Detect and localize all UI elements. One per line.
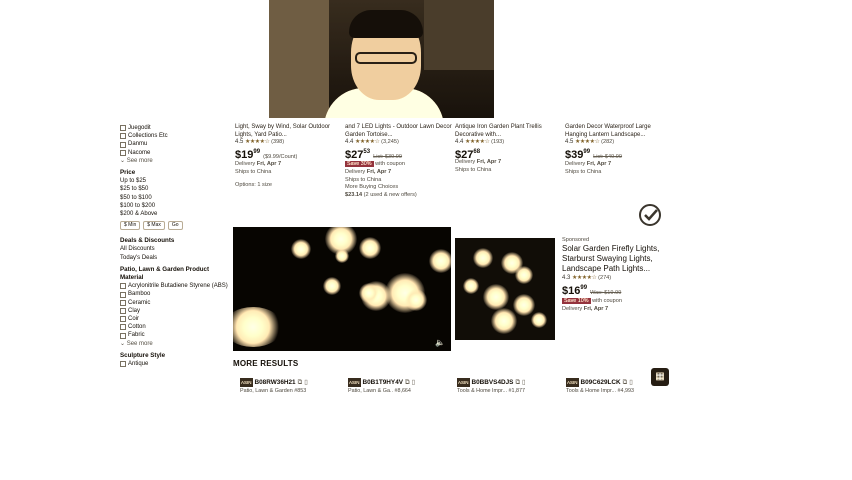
asin-chip: ASIN bbox=[566, 378, 579, 387]
bookmark-icon[interactable]: ▯ bbox=[629, 379, 633, 386]
price-go-button[interactable]: Go bbox=[167, 221, 183, 231]
deals-item[interactable]: Today's Deals bbox=[120, 254, 230, 262]
brand-item[interactable]: Nacome bbox=[120, 149, 230, 157]
bookmark-icon[interactable]: ▯ bbox=[522, 379, 526, 386]
sculpture-title: Sculpture Style bbox=[120, 351, 166, 359]
product-price[interactable]: $2768 bbox=[455, 149, 563, 161]
bookmark-icon[interactable]: ▯ bbox=[412, 379, 416, 386]
sponsored-product-image[interactable] bbox=[455, 238, 555, 340]
price-range[interactable]: $50 to $100 bbox=[120, 194, 230, 202]
rating-value: 4.4 bbox=[455, 139, 464, 146]
rating-value: 4.3 bbox=[562, 275, 571, 281]
copy-icon[interactable]: ⧉ bbox=[405, 379, 410, 386]
material-item[interactable]: Acrylonitrile Butadiene Styrene (ABS) bbox=[120, 282, 230, 290]
star-rating-icon[interactable]: ★★★★☆ bbox=[245, 139, 270, 145]
copy-icon[interactable]: ⧉ bbox=[623, 379, 628, 386]
coupon-badge: Save 10% bbox=[562, 298, 591, 304]
asin-code[interactable]: B0BBVS4DJS bbox=[472, 379, 514, 386]
deals-item[interactable]: All Discounts bbox=[120, 245, 230, 253]
see-more-link[interactable]: ⌄ See more bbox=[120, 340, 230, 348]
sponsored-price[interactable]: $1699 Was: $19.99 bbox=[562, 284, 672, 297]
brand-item[interactable]: Collections Etc bbox=[120, 132, 230, 140]
webcam-overlay bbox=[269, 0, 494, 118]
product-price[interactable]: $3999 List: $49.99 bbox=[565, 149, 673, 162]
asin-row: ASIN B0B1T9HY4V ⧉ ▯ Patio, Lawn & Ga.. #8,6… bbox=[348, 378, 454, 396]
rating-value: 4.4 bbox=[345, 139, 354, 146]
more-choices: More Buying Choices bbox=[345, 184, 399, 191]
filter-sidebar: Juegodit Collections Etc Danmu Nacome ⌄ … bbox=[120, 124, 230, 368]
product-card[interactable]: Antique Iron Garden Plant Trellis Decora… bbox=[455, 124, 563, 175]
sponsored-product: Sponsored Solar Garden Firefly Lights, S… bbox=[562, 236, 672, 313]
price-range[interactable]: $200 & Above bbox=[120, 210, 230, 218]
brand-item[interactable]: Juegodit bbox=[120, 124, 230, 132]
ships-to: Ships to China bbox=[235, 168, 272, 175]
star-rating-icon[interactable]: ★★★★☆ bbox=[465, 139, 490, 145]
more-results-heading: MORE RESULTS bbox=[233, 359, 299, 368]
star-rating-icon[interactable]: ★★★★☆ bbox=[572, 275, 597, 281]
material-title: Patio, Lawn & Garden Product Material bbox=[120, 265, 210, 282]
asin-code[interactable]: B09C629LCK bbox=[581, 379, 621, 386]
asin-code[interactable]: B08RW36H21 bbox=[255, 379, 296, 386]
category-rank: Patio, Lawn & Ga.. #8,664 bbox=[348, 388, 411, 394]
product-card[interactable]: and 7 LED Lights - Outdoor Lawn Decor Ga… bbox=[345, 124, 453, 199]
rating-value: 4.5 bbox=[235, 139, 244, 146]
bookmark-icon[interactable]: ▯ bbox=[304, 379, 308, 386]
price-range[interactable]: Up to $25 bbox=[120, 177, 230, 185]
product-title[interactable]: Garden Decor Waterproof Large Hanging La… bbox=[565, 124, 673, 139]
product-price[interactable]: $1999 ($9.99/Count) bbox=[235, 149, 343, 162]
review-count[interactable]: (274) bbox=[598, 275, 611, 281]
brand-item[interactable]: Danmu bbox=[120, 140, 230, 148]
checkmark-badge-icon bbox=[637, 203, 667, 229]
material-item[interactable]: Bamboo bbox=[120, 290, 230, 298]
product-card[interactable]: Garden Decor Waterproof Large Hanging La… bbox=[565, 124, 673, 177]
material-item[interactable]: Ceramic bbox=[120, 299, 230, 307]
ships-to: Ships to China bbox=[455, 166, 492, 173]
review-count[interactable]: (3,245) bbox=[381, 139, 399, 145]
category-rank: Tools & Home Impr... #4,993 bbox=[566, 388, 635, 394]
asin-chip: ASIN bbox=[457, 378, 470, 387]
material-item[interactable]: Coir bbox=[120, 315, 230, 323]
grid-icon[interactable]: ▦ bbox=[651, 368, 669, 386]
see-more-link[interactable]: ⌄ See more bbox=[120, 157, 230, 165]
asin-chip: ASIN bbox=[240, 378, 253, 387]
product-price[interactable]: $2753 List: $39.99 bbox=[345, 149, 453, 162]
asin-code[interactable]: B0B1T9HY4V bbox=[363, 379, 404, 386]
product-title[interactable]: and 7 LED Lights - Outdoor Lawn Decor Ga… bbox=[345, 124, 453, 139]
material-item[interactable]: Fabric bbox=[120, 331, 230, 339]
material-item[interactable]: Clay bbox=[120, 307, 230, 315]
price-range[interactable]: $25 to $50 bbox=[120, 185, 230, 193]
category-rank: Patio, Lawn & Garden #853 bbox=[240, 388, 307, 394]
star-rating-icon[interactable]: ★★★★☆ bbox=[355, 139, 380, 145]
asin-row: ASIN B08RW36H21 ⧉ ▯ Patio, Lawn & Garden #8… bbox=[240, 378, 346, 396]
category-rank: Tools & Home Impr... #1,877 bbox=[457, 388, 526, 394]
asin-row: ASIN B0BBVS4DJS ⧉ ▯ Tools & Home Impr... #1… bbox=[457, 378, 563, 396]
review-count[interactable]: (193) bbox=[491, 139, 504, 145]
product-card[interactable]: Light, Sway by Wind, Solar Outdoor Light… bbox=[235, 124, 343, 189]
star-rating-icon[interactable]: ★★★★☆ bbox=[575, 139, 600, 145]
price-range[interactable]: $100 to $200 bbox=[120, 202, 230, 210]
asin-chip: ASIN bbox=[348, 378, 361, 387]
options-link[interactable]: Options: 1 size bbox=[235, 182, 343, 190]
copy-icon[interactable]: ⧉ bbox=[298, 379, 303, 386]
review-count[interactable]: (282) bbox=[601, 139, 614, 145]
product-title[interactable]: Light, Sway by Wind, Solar Outdoor Light… bbox=[235, 124, 343, 139]
price-title: Price bbox=[120, 169, 136, 177]
offers-link[interactable]: (2 used & new offers) bbox=[364, 192, 417, 198]
sponsored-label[interactable]: Sponsored bbox=[562, 236, 672, 244]
sculpture-item[interactable]: Antique bbox=[120, 360, 230, 368]
coupon-badge: Save 30% bbox=[345, 161, 374, 168]
sponsored-video[interactable]: 🔈 bbox=[233, 227, 451, 351]
ships-to: Ships to China bbox=[345, 176, 382, 183]
product-title[interactable]: Antique Iron Garden Plant Trellis Decora… bbox=[455, 124, 563, 139]
deals-title: Deals & Discounts bbox=[120, 237, 175, 245]
review-count[interactable]: (398) bbox=[271, 139, 284, 145]
rating-value: 4.5 bbox=[565, 139, 574, 146]
volume-icon[interactable]: 🔈 bbox=[435, 338, 445, 347]
copy-icon[interactable]: ⧉ bbox=[515, 379, 520, 386]
sponsored-title[interactable]: Solar Garden Firefly Lights, Starburst S… bbox=[562, 244, 672, 274]
price-min-input[interactable]: $ Min bbox=[120, 221, 141, 231]
price-max-input[interactable]: $ Max bbox=[143, 221, 165, 231]
ships-to: Ships to China bbox=[565, 168, 602, 175]
material-item[interactable]: Cotton bbox=[120, 323, 230, 331]
